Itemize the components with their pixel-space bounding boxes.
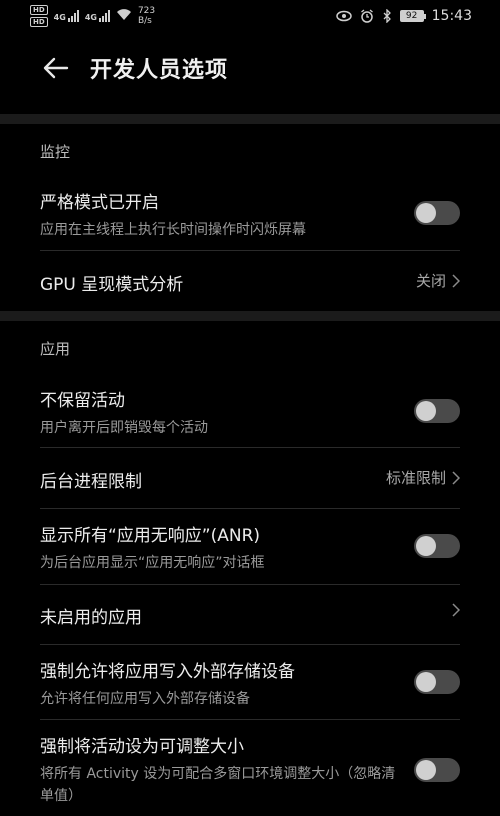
setting-subtitle: 将所有 Activity 设为可配合多窗口环境调整大小（忽略清单值） xyxy=(40,766,396,804)
network-speed: 723 B/s xyxy=(137,6,156,26)
setting-value-wrap xyxy=(446,603,460,617)
section-divider xyxy=(0,311,500,321)
setting-title: GPU 呈现模式分析 xyxy=(40,275,184,295)
wifi-icon xyxy=(116,8,132,24)
section-divider xyxy=(0,114,500,124)
toggle-knob xyxy=(416,401,436,421)
setting-subtitle: 用户离开后即销毁每个活动 xyxy=(40,420,208,436)
back-arrow-icon xyxy=(43,57,69,79)
section-header-monitoring: 监控 xyxy=(40,143,71,161)
hd-badge-2: HD xyxy=(30,17,48,27)
hd-badge-1: HD xyxy=(30,5,48,15)
alarm-icon xyxy=(360,9,374,23)
page-title: 开发人员选项 xyxy=(90,58,229,83)
toggle-knob xyxy=(416,760,436,780)
row-separator xyxy=(40,447,460,448)
setting-value: 标准限制 xyxy=(385,469,446,487)
setting-value-wrap: 关闭 xyxy=(416,270,460,291)
setting-background-process-limit[interactable]: 后台进程限制 标准限制 xyxy=(40,467,460,492)
signal-sim2-icon: 4G xyxy=(85,10,110,22)
setting-title: 未启用的应用 xyxy=(40,608,142,628)
chevron-right-icon xyxy=(452,603,460,617)
status-left: HD HD 4G 4G 723 B/s xyxy=(30,5,155,27)
eye-comfort-icon xyxy=(335,10,352,22)
developer-options-screen: HD HD 4G 4G 723 B/s 92 15:43 开发人员选项 监控 严… xyxy=(0,0,500,816)
toggle-knob xyxy=(416,203,436,223)
row-separator xyxy=(40,719,460,720)
setting-subtitle: 为后台应用显示“应用无响应”对话框 xyxy=(40,555,265,571)
setting-subtitle: 允许将任何应用写入外部存储设备 xyxy=(40,691,250,707)
force-external-storage-toggle[interactable] xyxy=(414,670,460,694)
setting-subtitle: 应用在主线程上执行长时间操作时闪烁屏幕 xyxy=(40,222,306,238)
setting-title: 强制允许将应用写入外部存储设备 xyxy=(40,662,295,682)
setting-title: 严格模式已开启 xyxy=(40,193,159,213)
setting-title: 显示所有“应用无响应”(ANR) xyxy=(40,526,261,546)
chevron-right-icon xyxy=(452,273,460,288)
setting-force-external-storage[interactable]: 强制允许将应用写入外部存储设备 允许将任何应用写入外部存储设备 xyxy=(40,657,460,709)
row-separator xyxy=(40,250,460,251)
status-right: 92 15:43 xyxy=(335,8,472,24)
clock: 15:43 xyxy=(431,8,472,24)
setting-value: 关闭 xyxy=(415,272,446,290)
section-header-apps: 应用 xyxy=(40,340,71,358)
back-button[interactable] xyxy=(40,52,72,84)
toggle-knob xyxy=(416,672,436,692)
row-separator xyxy=(40,508,460,509)
show-all-anr-toggle[interactable] xyxy=(414,534,460,558)
toggle-knob xyxy=(416,536,436,556)
setting-dont-keep-activities[interactable]: 不保留活动 用户离开后即销毁每个活动 xyxy=(40,386,460,438)
setting-force-resizable-activities[interactable]: 强制将活动设为可调整大小 将所有 Activity 设为可配合多窗口环境调整大小… xyxy=(40,732,460,812)
setting-show-all-anr[interactable]: 显示所有“应用无响应”(ANR) 为后台应用显示“应用无响应”对话框 xyxy=(40,521,460,573)
hd-indicators: HD HD xyxy=(30,5,48,27)
force-resizable-toggle[interactable] xyxy=(414,758,460,782)
strict-mode-toggle[interactable] xyxy=(414,201,460,225)
setting-title: 强制将活动设为可调整大小 xyxy=(40,737,244,757)
setting-inactive-apps[interactable]: 未启用的应用 xyxy=(40,603,460,628)
setting-title: 不保留活动 xyxy=(40,391,125,411)
status-bar: HD HD 4G 4G 723 B/s 92 15:43 xyxy=(0,0,500,32)
signal-sim1-icon: 4G xyxy=(54,10,79,22)
bluetooth-icon xyxy=(382,9,392,23)
app-bar: 开发人员选项 xyxy=(0,32,500,104)
setting-value-wrap: 标准限制 xyxy=(386,467,460,488)
row-separator xyxy=(40,644,460,645)
setting-strict-mode[interactable]: 严格模式已开启 应用在主线程上执行长时间操作时闪烁屏幕 xyxy=(40,188,460,240)
battery-icon: 92 xyxy=(399,10,426,22)
dont-keep-activities-toggle[interactable] xyxy=(414,399,460,423)
chevron-right-icon xyxy=(452,470,460,485)
setting-gpu-rendering-profile[interactable]: GPU 呈现模式分析 关闭 xyxy=(40,270,460,295)
row-separator xyxy=(40,584,460,585)
